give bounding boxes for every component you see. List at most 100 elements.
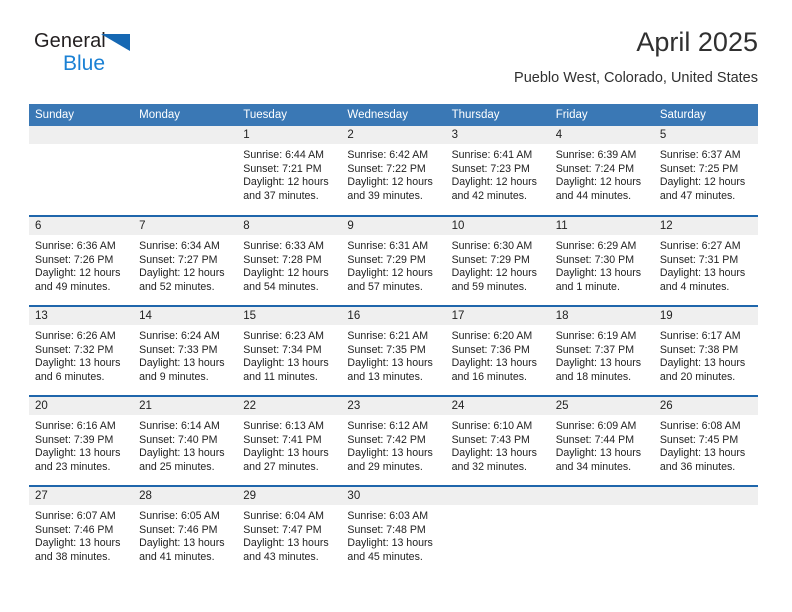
sunrise-text: Sunrise: 6:37 AM [659, 149, 741, 161]
sunrise-text: Sunrise: 6:27 AM [659, 240, 741, 252]
daylight-text-line1: Daylight: 13 hours [555, 357, 642, 370]
calendar-day-cell[interactable]: 8 Sunrise: 6:33 AM Sunset: 7:28 PM Dayli… [237, 215, 342, 306]
calendar-day-cell[interactable]: 19 Sunrise: 6:17 AM Sunset: 7:38 PM Dayl… [653, 305, 758, 396]
daylight-text-line1: Daylight: 12 hours [555, 176, 642, 189]
sunrise-text: Sunrise: 6:14 AM [139, 420, 220, 432]
day-number: 12 [653, 217, 758, 235]
day-number: 2 [341, 126, 446, 144]
daylight-text-line2: and 4 minutes. [659, 280, 730, 293]
sunrise-text: Sunrise: 6:07 AM [35, 510, 116, 522]
daylight-text-line1: Daylight: 12 hours [35, 267, 121, 280]
day-number: 13 [29, 307, 134, 325]
calendar-day-cell[interactable]: 11 Sunrise: 6:29 AM Sunset: 7:30 PM Dayl… [549, 215, 654, 306]
sunset-text: Sunset: 7:28 PM [243, 253, 322, 266]
calendar-day-cell[interactable]: 18 Sunrise: 6:19 AM Sunset: 7:37 PM Dayl… [549, 305, 654, 396]
calendar-day-cell[interactable]: 29 Sunrise: 6:04 AM Sunset: 7:47 PM Dayl… [237, 485, 342, 576]
page-title: April 2025 [636, 27, 758, 57]
daylight-text-line1: Daylight: 12 hours [243, 267, 329, 280]
calendar-day-cell[interactable]: 24 Sunrise: 6:10 AM Sunset: 7:43 PM Dayl… [445, 395, 550, 486]
calendar-day-cell[interactable] [445, 485, 550, 576]
sunset-text: Sunset: 7:44 PM [555, 433, 635, 446]
day-number: 27 [29, 487, 134, 505]
daylight-text-line1: Daylight: 12 hours [347, 267, 433, 280]
calendar-day-cell[interactable]: 20 Sunrise: 6:16 AM Sunset: 7:39 PM Dayl… [29, 395, 134, 486]
weekday-header-saturday: Saturday [653, 104, 758, 126]
daylight-text-line2: and 59 minutes. [451, 280, 527, 293]
calendar-day-cell[interactable]: 4 Sunrise: 6:39 AM Sunset: 7:24 PM Dayli… [549, 126, 654, 216]
day-number: 19 [653, 307, 758, 325]
calendar-day-cell[interactable]: 23 Sunrise: 6:12 AM Sunset: 7:42 PM Dayl… [341, 395, 446, 486]
calendar-day-cell[interactable] [653, 485, 758, 576]
day-details: Sunrise: 6:08 AM Sunset: 7:45 PM Dayligh… [654, 415, 758, 474]
calendar-day-cell[interactable]: 17 Sunrise: 6:20 AM Sunset: 7:36 PM Dayl… [445, 305, 550, 396]
calendar-day-cell[interactable]: 14 Sunrise: 6:24 AM Sunset: 7:33 PM Dayl… [133, 305, 238, 396]
sunrise-text: Sunrise: 6:16 AM [35, 420, 116, 432]
calendar-day-cell[interactable]: 26 Sunrise: 6:08 AM Sunset: 7:45 PM Dayl… [653, 395, 758, 486]
day-number: 22 [237, 397, 342, 415]
daylight-text-line2: and 42 minutes. [451, 189, 527, 202]
sunrise-text: Sunrise: 6:23 AM [243, 330, 324, 342]
daylight-text-line1: Daylight: 13 hours [35, 357, 121, 370]
general-blue-logo[interactable]: General Blue [34, 30, 214, 82]
calendar-day-cell[interactable]: 7 Sunrise: 6:34 AM Sunset: 7:27 PM Dayli… [133, 215, 238, 306]
calendar-day-cell[interactable]: 13 Sunrise: 6:26 AM Sunset: 7:32 PM Dayl… [29, 305, 134, 396]
weekday-header-sunday: Sunday [29, 104, 134, 126]
calendar-day-cell[interactable] [133, 126, 238, 216]
calendar-day-cell[interactable]: 5 Sunrise: 6:37 AM Sunset: 7:25 PM Dayli… [653, 126, 758, 216]
calendar-day-cell[interactable]: 27 Sunrise: 6:07 AM Sunset: 7:46 PM Dayl… [29, 485, 134, 576]
day-details: Sunrise: 6:42 AM Sunset: 7:22 PM Dayligh… [341, 144, 445, 203]
calendar-day-cell[interactable]: 30 Sunrise: 6:03 AM Sunset: 7:48 PM Dayl… [341, 485, 446, 576]
daylight-text-line1: Daylight: 13 hours [347, 537, 433, 550]
daylight-text-line1: Daylight: 12 hours [451, 267, 537, 280]
sunset-text: Sunset: 7:37 PM [555, 343, 635, 356]
sunset-text: Sunset: 7:39 PM [35, 433, 114, 446]
calendar-day-cell[interactable]: 6 Sunrise: 6:36 AM Sunset: 7:26 PM Dayli… [29, 215, 134, 306]
sunrise-text: Sunrise: 6:20 AM [451, 330, 533, 342]
logo-text-general: General [34, 30, 106, 52]
calendar-day-cell[interactable]: 10 Sunrise: 6:30 AM Sunset: 7:29 PM Dayl… [445, 215, 550, 306]
daylight-text-line2: and 38 minutes. [35, 550, 111, 563]
day-details [29, 144, 133, 149]
day-details: Sunrise: 6:33 AM Sunset: 7:28 PM Dayligh… [237, 235, 341, 294]
sunset-text: Sunset: 7:23 PM [451, 162, 530, 175]
daylight-text-line2: and 45 minutes. [347, 550, 423, 563]
calendar-day-cell[interactable]: 2 Sunrise: 6:42 AM Sunset: 7:22 PM Dayli… [341, 126, 446, 216]
calendar-day-cell[interactable]: 9 Sunrise: 6:31 AM Sunset: 7:29 PM Dayli… [341, 215, 446, 306]
calendar-day-cell[interactable]: 22 Sunrise: 6:13 AM Sunset: 7:41 PM Dayl… [237, 395, 342, 486]
calendar-day-cell[interactable]: 28 Sunrise: 6:05 AM Sunset: 7:46 PM Dayl… [133, 485, 238, 576]
daylight-text-line2: and 20 minutes. [659, 370, 736, 383]
weekday-header-monday: Monday [133, 104, 238, 126]
sunset-text: Sunset: 7:42 PM [347, 433, 426, 446]
day-details: Sunrise: 6:21 AM Sunset: 7:35 PM Dayligh… [341, 325, 445, 384]
calendar-day-cell[interactable]: 15 Sunrise: 6:23 AM Sunset: 7:34 PM Dayl… [237, 305, 342, 396]
day-details: Sunrise: 6:12 AM Sunset: 7:42 PM Dayligh… [341, 415, 445, 474]
calendar-day-cell[interactable]: 16 Sunrise: 6:21 AM Sunset: 7:35 PM Dayl… [341, 305, 446, 396]
calendar-day-cell[interactable]: 1 Sunrise: 6:44 AM Sunset: 7:21 PM Dayli… [237, 126, 342, 216]
calendar-day-cell[interactable] [549, 485, 654, 576]
day-details: Sunrise: 6:20 AM Sunset: 7:36 PM Dayligh… [446, 325, 550, 384]
calendar-day-cell[interactable] [29, 126, 134, 216]
calendar-day-cell[interactable]: 12 Sunrise: 6:27 AM Sunset: 7:31 PM Dayl… [653, 215, 758, 306]
daylight-text-line1: Daylight: 12 hours [347, 176, 433, 189]
sunrise-text: Sunrise: 6:17 AM [659, 330, 741, 342]
daylight-text-line2: and 36 minutes. [659, 460, 736, 473]
calendar-day-cell[interactable]: 3 Sunrise: 6:41 AM Sunset: 7:23 PM Dayli… [445, 126, 550, 216]
day-details: Sunrise: 6:16 AM Sunset: 7:39 PM Dayligh… [29, 415, 133, 474]
daylight-text-line2: and 29 minutes. [347, 460, 423, 473]
day-number [549, 487, 654, 505]
sunrise-text: Sunrise: 6:31 AM [347, 240, 429, 252]
day-details: Sunrise: 6:09 AM Sunset: 7:44 PM Dayligh… [550, 415, 654, 474]
calendar-day-cell[interactable]: 25 Sunrise: 6:09 AM Sunset: 7:44 PM Dayl… [549, 395, 654, 486]
daylight-text-line2: and 25 minutes. [139, 460, 215, 473]
day-details: Sunrise: 6:03 AM Sunset: 7:48 PM Dayligh… [341, 505, 445, 564]
calendar-day-cell[interactable]: 21 Sunrise: 6:14 AM Sunset: 7:40 PM Dayl… [133, 395, 238, 486]
day-number: 5 [653, 126, 758, 144]
day-number: 28 [133, 487, 238, 505]
daylight-text-line1: Daylight: 13 hours [139, 537, 225, 550]
daylight-text-line1: Daylight: 13 hours [451, 447, 537, 460]
day-number: 9 [341, 217, 446, 235]
daylight-text-line1: Daylight: 13 hours [659, 357, 746, 370]
sunset-text: Sunset: 7:41 PM [243, 433, 322, 446]
weekday-header-thursday: Thursday [445, 104, 550, 126]
day-details: Sunrise: 6:27 AM Sunset: 7:31 PM Dayligh… [654, 235, 758, 294]
